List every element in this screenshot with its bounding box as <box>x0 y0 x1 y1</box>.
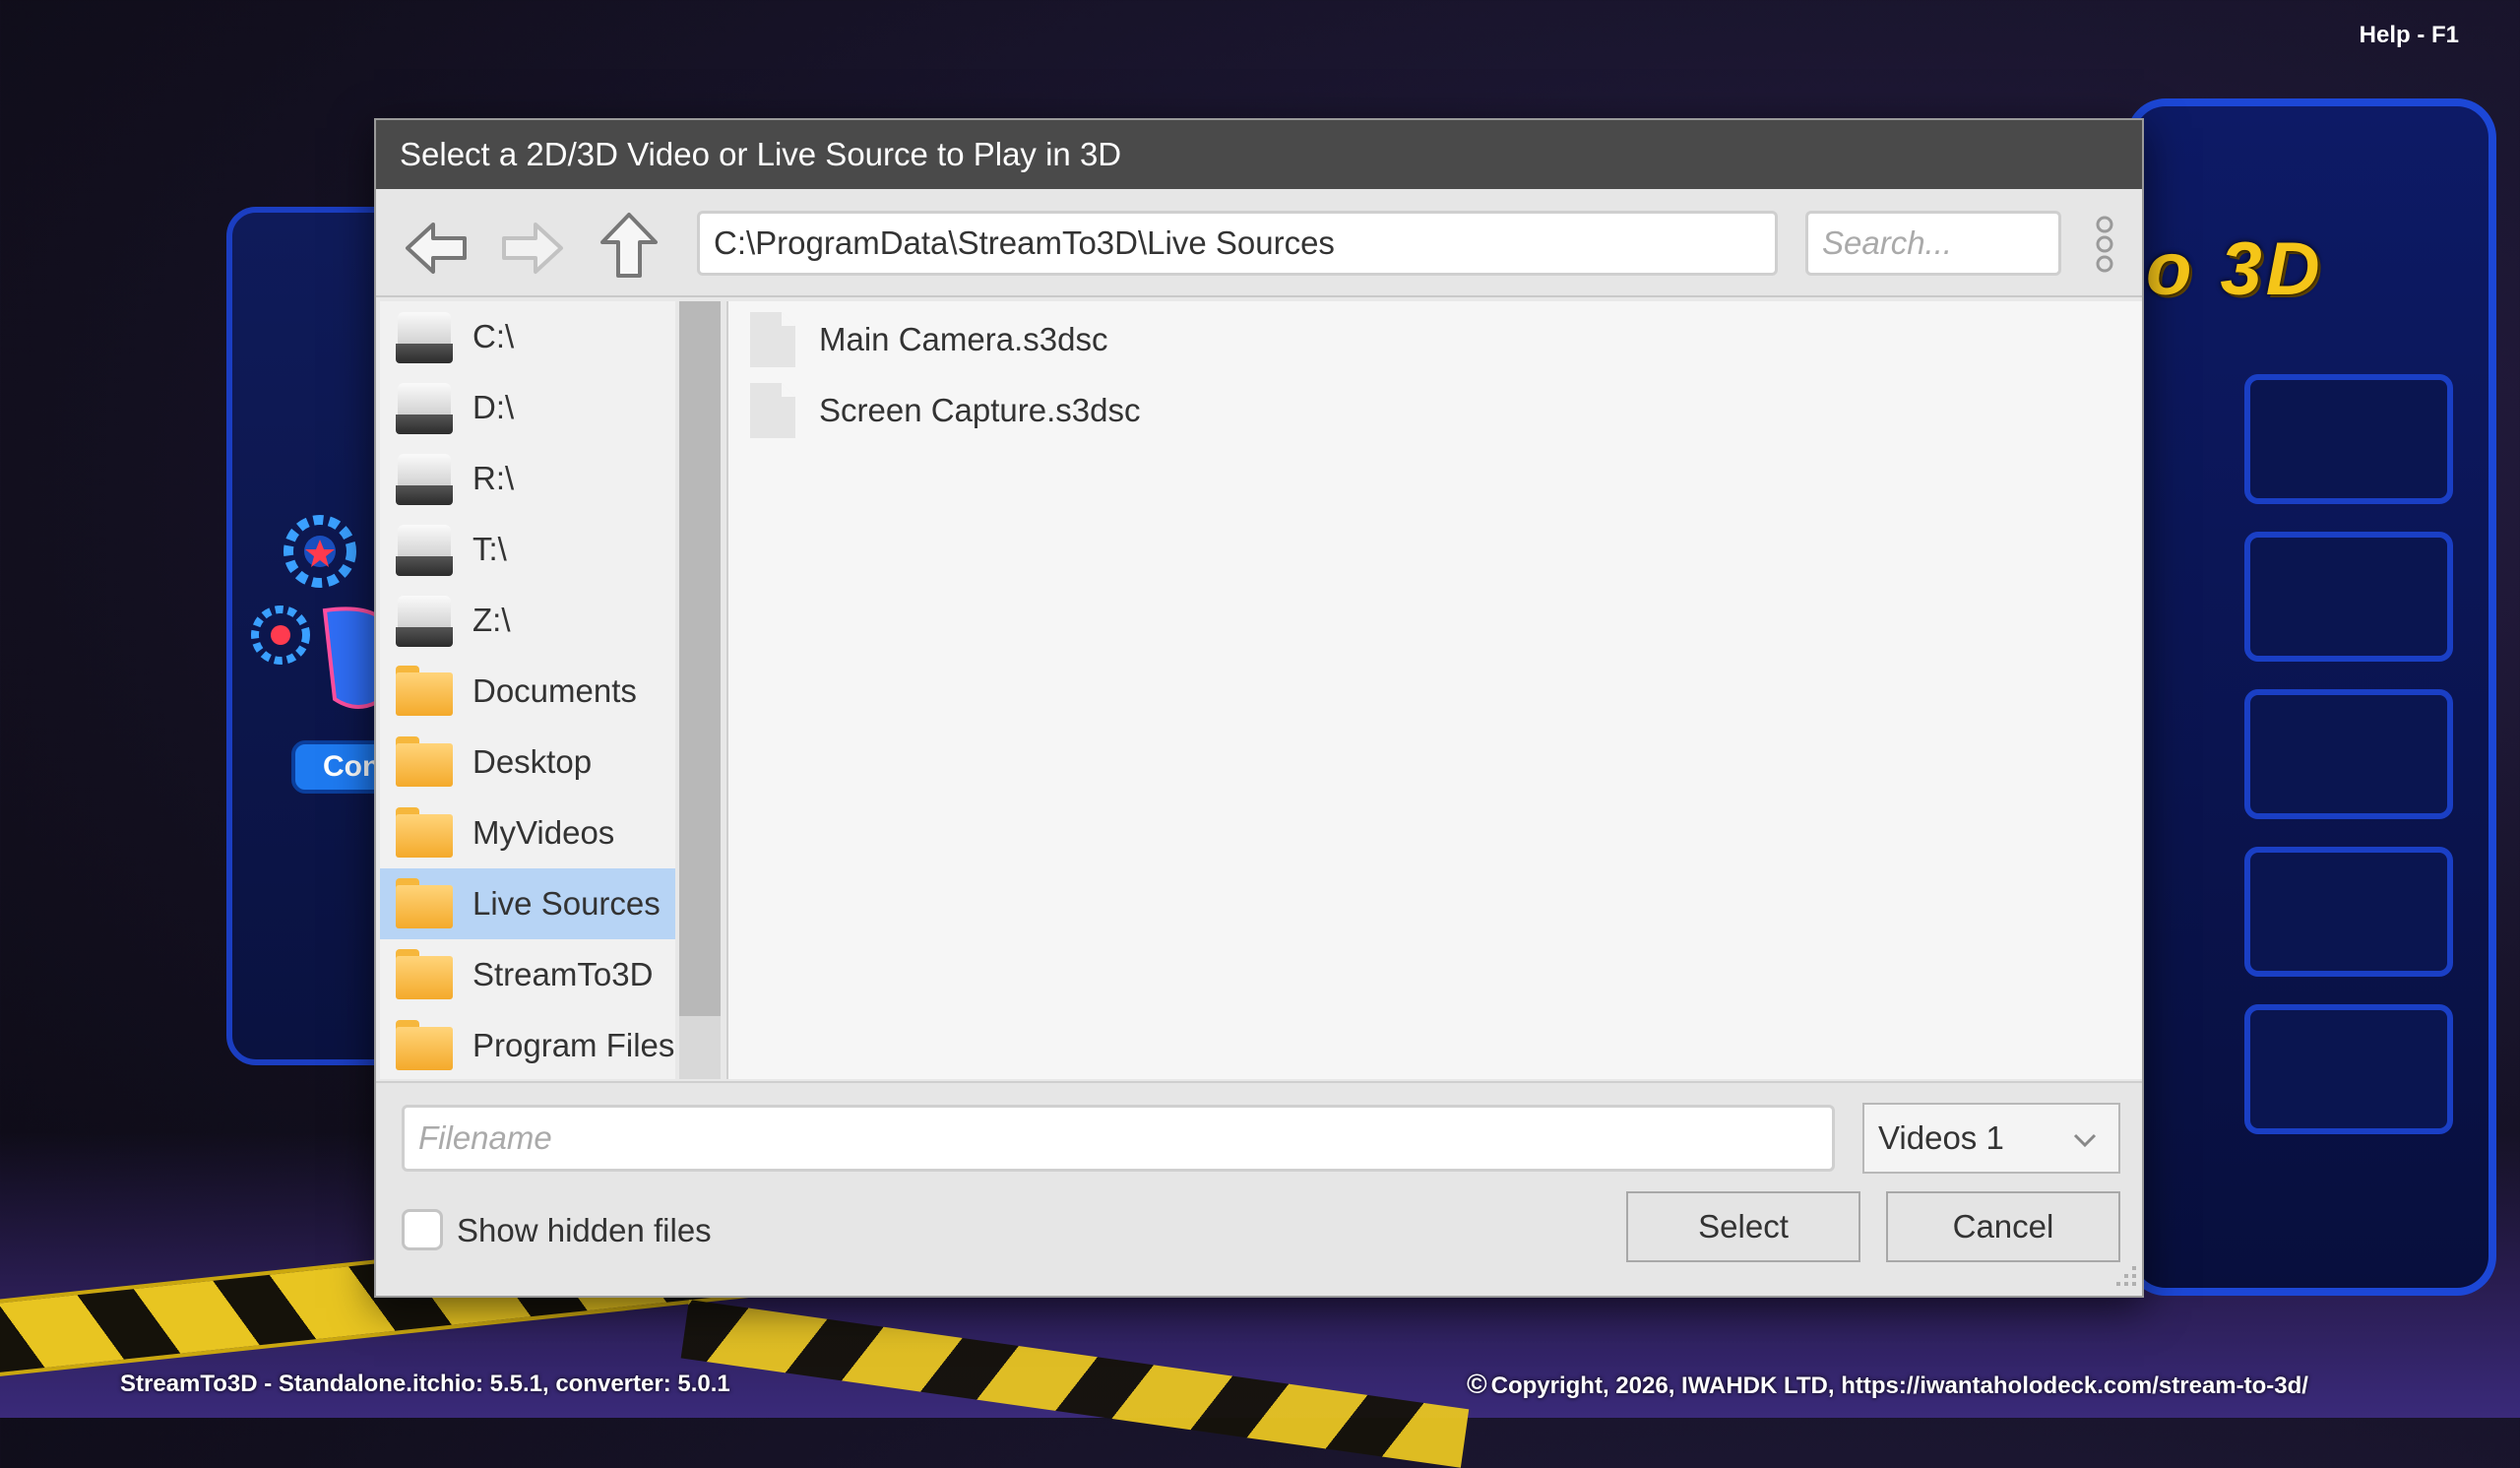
dialog-title: Select a 2D/3D Video or Live Source to P… <box>376 120 2142 189</box>
chevron-down-icon <box>2073 1133 2097 1148</box>
select-button[interactable]: Select <box>1626 1191 1860 1262</box>
sidebar-item-label: D:\ <box>472 389 515 425</box>
folder-icon <box>396 736 453 788</box>
file-icon <box>748 381 797 440</box>
back-button[interactable] <box>402 219 471 278</box>
sidebar-item-label: StreamTo3D <box>472 956 654 992</box>
sidebar-item-program-files[interactable]: Program Files <box>380 1010 675 1079</box>
background-menu-slot <box>2244 374 2453 504</box>
more-options-button[interactable] <box>2093 215 2116 274</box>
file-list: Main Camera.s3dsc Screen Capture.s3dsc <box>726 301 2142 1079</box>
version-info: StreamTo3D - Standalone.itchio: 5.5.1, c… <box>120 1371 730 1397</box>
file-select-dialog: Select a 2D/3D Video or Live Source to P… <box>374 118 2144 1298</box>
background-menu-slot <box>2244 1004 2453 1134</box>
show-hidden-checkbox[interactable] <box>402 1209 443 1250</box>
filename-input[interactable] <box>402 1105 1835 1172</box>
sidebar-item-label: T:\ <box>472 531 507 567</box>
sidebar-item-c-drive[interactable]: C:\ <box>380 301 675 372</box>
file-type-filter-value: Videos 1 <box>1878 1119 2004 1156</box>
search-input[interactable] <box>1805 211 2061 276</box>
forward-button[interactable] <box>498 219 567 278</box>
folder-icon <box>396 807 453 859</box>
sidebar-item-z-drive[interactable]: Z:\ <box>380 585 675 656</box>
sidebar-item-label: Documents <box>472 672 637 709</box>
places-sidebar: C:\ D:\ R:\ T:\ Z:\ Documents Desktop My… <box>380 301 675 1079</box>
sidebar-scrollbar[interactable] <box>679 301 721 1079</box>
sidebar-item-documents[interactable]: Documents <box>380 656 675 727</box>
drive-icon <box>396 308 453 365</box>
sidebar-item-myvideos[interactable]: MyVideos <box>380 798 675 868</box>
resize-grip-icon[interactable] <box>2109 1262 2138 1292</box>
sidebar-scrollbar-thumb[interactable] <box>679 301 721 1016</box>
sidebar-item-label: Live Sources <box>472 885 661 922</box>
path-input[interactable] <box>697 211 1778 276</box>
list-item[interactable]: Screen Capture.s3dsc <box>748 378 1141 443</box>
folder-icon <box>396 666 453 717</box>
file-name: Main Camera.s3dsc <box>819 321 1108 357</box>
arrow-left-icon <box>406 223 467 274</box>
gear-icon <box>251 515 394 709</box>
sidebar-item-label: R:\ <box>472 460 515 496</box>
file-icon <box>748 310 797 369</box>
sidebar-item-label: MyVideos <box>472 814 615 851</box>
brand-title: o 3D <box>2146 227 2324 311</box>
more-vertical-icon <box>2096 216 2113 273</box>
background-menu-slot <box>2244 689 2453 819</box>
copyright-notice: © Copyright, 2026, IWAHDK LTD, https://iw… <box>1467 1369 2308 1400</box>
file-type-filter[interactable]: Videos 1 <box>1862 1103 2120 1174</box>
drive-icon <box>396 592 453 649</box>
folder-icon <box>396 878 453 929</box>
sidebar-item-label: Program Files <box>472 1027 675 1063</box>
drive-icon <box>396 450 453 507</box>
folder-icon <box>396 1020 453 1071</box>
file-name: Screen Capture.s3dsc <box>819 392 1141 428</box>
arrow-up-icon <box>600 213 658 278</box>
copyright-text: Copyright, 2026, IWAHDK LTD, https://iwa… <box>1490 1372 2308 1399</box>
dialog-footer: Videos 1 Show hidden files Select Cancel <box>376 1081 2142 1296</box>
dialog-toolbar <box>376 189 2142 297</box>
sidebar-item-live-sources[interactable]: Live Sources <box>380 868 675 939</box>
help-hint[interactable]: Help - F1 <box>2360 22 2459 49</box>
arrow-right-icon <box>502 223 563 274</box>
show-hidden-label: Show hidden files <box>457 1212 712 1248</box>
background-menu-slot <box>2244 847 2453 977</box>
cancel-button[interactable]: Cancel <box>1886 1191 2120 1262</box>
sidebar-item-label: Desktop <box>472 743 593 780</box>
sidebar-item-streamto3d[interactable]: StreamTo3D <box>380 939 675 1010</box>
sidebar-item-desktop[interactable]: Desktop <box>380 727 675 798</box>
sidebar-item-d-drive[interactable]: D:\ <box>380 372 675 443</box>
folder-icon <box>396 949 453 1000</box>
sidebar-item-t-drive[interactable]: T:\ <box>380 514 675 585</box>
background-menu-slot <box>2244 532 2453 662</box>
drive-icon <box>396 521 453 578</box>
up-button[interactable] <box>595 211 663 280</box>
drive-icon <box>396 379 453 436</box>
sidebar-item-label: Z:\ <box>472 602 511 638</box>
sidebar-item-label: C:\ <box>472 318 515 354</box>
sidebar-item-r-drive[interactable]: R:\ <box>380 443 675 514</box>
list-item[interactable]: Main Camera.s3dsc <box>748 307 1107 372</box>
copyright-icon: © <box>1467 1369 1487 1399</box>
